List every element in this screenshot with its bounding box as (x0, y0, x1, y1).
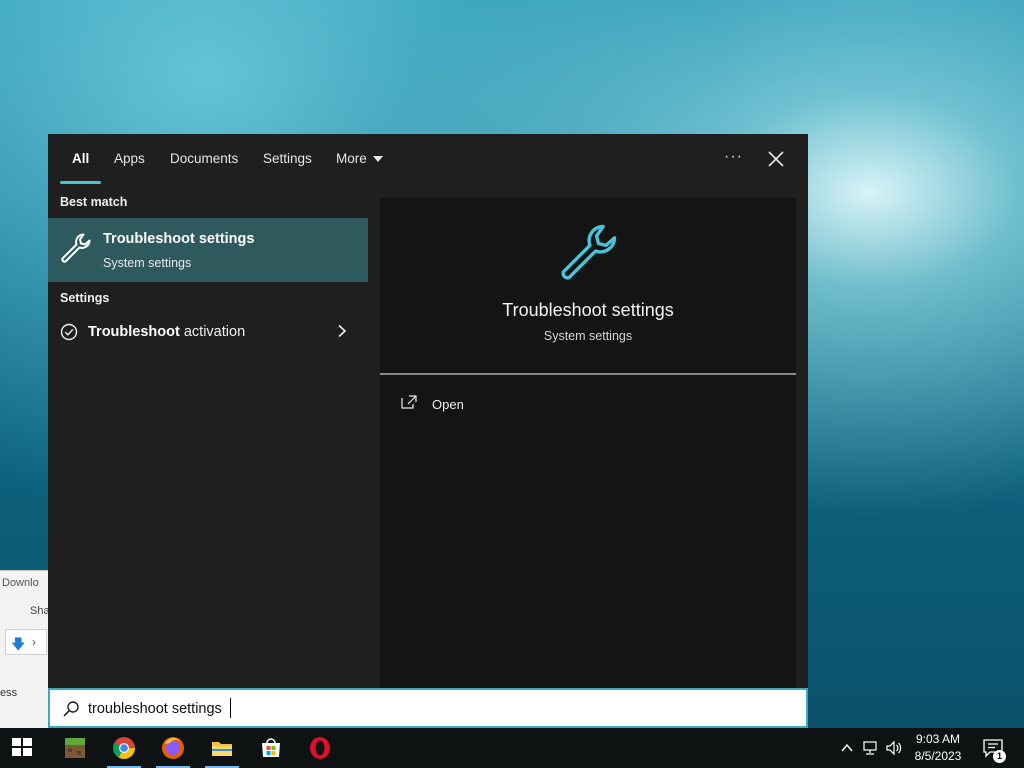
file-explorer-icon (212, 742, 232, 756)
wrench-icon (561, 224, 617, 280)
search-box[interactable] (48, 688, 808, 728)
clock-date: 8/5/2023 (914, 749, 962, 763)
caret-down-icon (372, 156, 383, 163)
chevron-right-icon[interactable] (336, 324, 348, 338)
taskbar-minecraft[interactable] (52, 728, 98, 768)
result-label-rest: activation (179, 324, 246, 340)
search-icon (63, 701, 79, 717)
best-match-title: Troubleshoot settings (103, 231, 255, 247)
preview-pane: Troubleshoot settings System settings Op… (380, 198, 796, 690)
more-options-button[interactable]: ··· (724, 148, 743, 166)
taskbar: 9:03 AM 8/5/2023 1 (0, 728, 1024, 768)
result-label-match: Troubleshoot (88, 324, 180, 340)
preview-title: Troubleshoot settings (502, 300, 674, 320)
search-panel: All Apps Documents Settings More ··· Bes… (48, 134, 808, 690)
open-icon (401, 395, 417, 409)
windows-start-icon (12, 738, 32, 756)
background-window-item: ess (0, 687, 18, 699)
tab-documents[interactable]: Documents (170, 151, 238, 166)
best-match-heading: Best match (60, 195, 128, 209)
chevron-up-icon[interactable] (840, 741, 854, 755)
clock-time: 9:03 AM (915, 732, 961, 746)
system-clock[interactable]: 9:03 AM 8/5/2023 (902, 731, 974, 765)
wrench-icon (61, 233, 91, 263)
download-arrow-icon: 🡇 (11, 636, 26, 652)
tab-more-label: More (336, 151, 367, 166)
settings-heading: Settings (60, 291, 110, 305)
chrome-icon (113, 737, 135, 759)
search-tabs: All Apps Documents Settings More ··· (48, 134, 808, 184)
minecraft-icon (65, 738, 85, 758)
check-circle-icon (60, 323, 78, 341)
taskbar-file-explorer[interactable] (199, 728, 245, 768)
background-explorer-window: Downlo Sha 🡇 › ess (0, 570, 50, 728)
text-caret (230, 698, 231, 718)
preview-divider (380, 373, 796, 375)
notification-badge: 1 (993, 750, 1006, 763)
taskbar-firefox[interactable] (150, 728, 196, 768)
taskbar-opera[interactable] (297, 728, 343, 768)
background-window-title: Downlo (2, 577, 39, 589)
close-icon[interactable] (766, 149, 786, 169)
firefox-icon (162, 737, 184, 759)
tab-settings[interactable]: Settings (263, 151, 312, 166)
preview-subtitle: System settings (543, 329, 633, 343)
tab-apps[interactable]: Apps (114, 151, 145, 166)
taskbar-microsoft-store[interactable] (248, 728, 294, 768)
microsoft-store-icon (262, 738, 280, 757)
tab-more[interactable]: More (336, 151, 383, 166)
chevron-right-icon: › (32, 635, 36, 649)
results-list: Best match Troubleshoot settings System … (48, 184, 370, 690)
network-icon[interactable] (862, 739, 880, 757)
open-label: Open (432, 397, 464, 412)
result-label: Troubleshoot activation (88, 324, 245, 340)
search-input[interactable] (88, 697, 788, 721)
opera-icon (310, 737, 330, 759)
open-button[interactable]: Open (400, 394, 600, 416)
result-troubleshoot-activation[interactable]: Troubleshoot activation (48, 318, 368, 348)
volume-icon[interactable] (885, 739, 903, 757)
background-window-nav: 🡇 › (5, 629, 47, 655)
best-match-subtitle: System settings (103, 256, 192, 270)
best-match-result[interactable]: Troubleshoot settings System settings (48, 218, 368, 282)
start-button[interactable] (0, 728, 46, 768)
background-window-tab: Sha (30, 605, 50, 617)
tab-all[interactable]: All (72, 151, 89, 166)
taskbar-chrome[interactable] (101, 728, 147, 768)
